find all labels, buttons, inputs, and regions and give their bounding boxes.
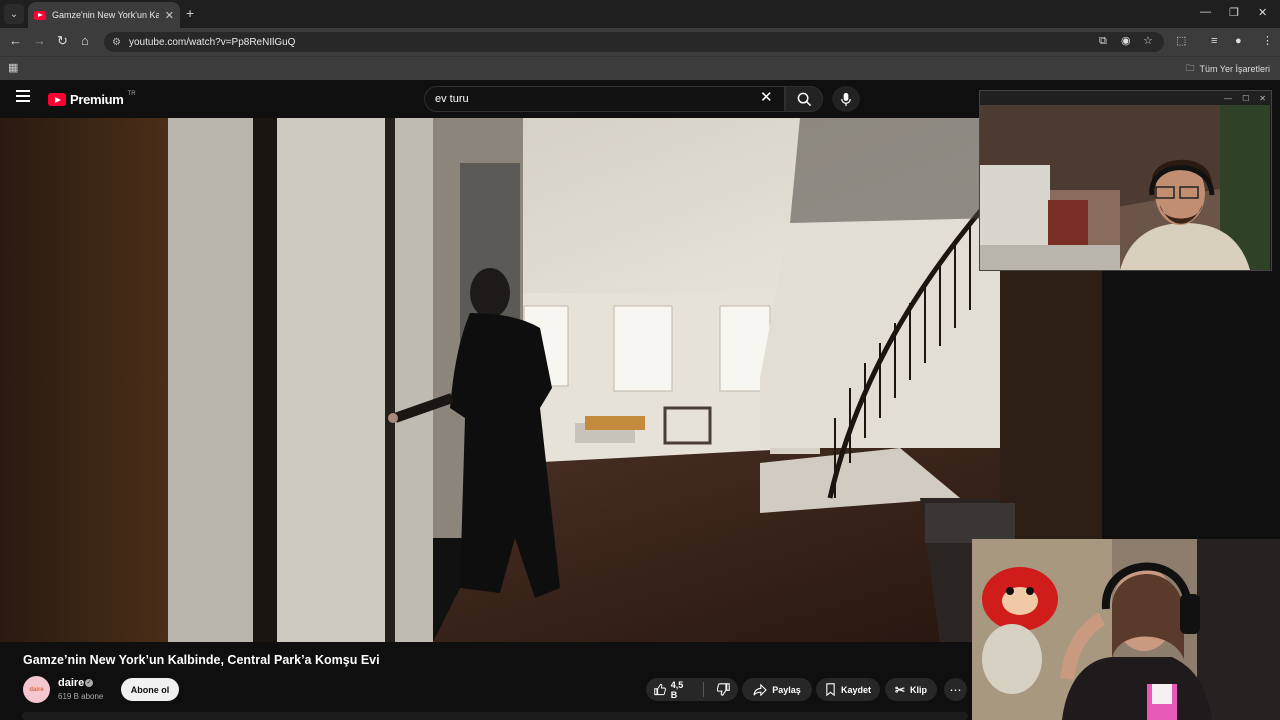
video-frame xyxy=(0,118,1102,642)
reading-list-icon[interactable]: ≡ xyxy=(1211,35,1217,47)
install-app-icon[interactable]: ⧉ xyxy=(1099,35,1107,47)
search-button[interactable] xyxy=(785,86,823,112)
youtube-play-icon xyxy=(48,93,66,106)
hamburger-menu-icon[interactable] xyxy=(16,90,30,102)
share-button[interactable]: Paylaş xyxy=(742,678,812,701)
youtube-premium-logo[interactable]: Premium TR xyxy=(48,90,136,107)
search-icon xyxy=(797,92,811,106)
webcam-feed-guest xyxy=(972,539,1280,720)
bookmark-icon xyxy=(826,683,835,696)
tab-search-button[interactable]: ⌄ xyxy=(4,4,24,24)
extensions-icon[interactable]: ⬚ xyxy=(1176,35,1186,47)
eye-off-icon[interactable]: ◉ xyxy=(1121,35,1131,47)
subscribe-button[interactable]: Abone ol xyxy=(121,678,179,701)
channel-name[interactable]: daire xyxy=(58,677,84,689)
clip-button[interactable]: ✂ Klip xyxy=(885,678,937,701)
youtube-favicon-icon xyxy=(34,10,46,20)
microphone-icon xyxy=(841,92,851,106)
verified-check-icon: ✓ xyxy=(85,679,93,687)
more-actions-button[interactable]: ⋯ xyxy=(944,678,967,701)
logo-text: Premium xyxy=(70,92,124,107)
like-separator xyxy=(703,682,704,697)
restore-button[interactable]: ❐ xyxy=(1229,6,1239,19)
folder-icon: 🗀 xyxy=(1185,63,1195,73)
close-icon[interactable]: ✕ xyxy=(1259,94,1266,103)
voice-search-button[interactable] xyxy=(832,86,860,112)
forward-icon[interactable]: → xyxy=(33,34,46,48)
scissors-icon: ✂ xyxy=(894,682,906,697)
webcam-feed-streamer xyxy=(980,105,1270,270)
webcam-image-2 xyxy=(972,539,1280,720)
menu-dots-icon[interactable]: ⋮ xyxy=(1262,35,1273,47)
url-text: youtube.com/watch?v=Pp8ReNIlGuQ xyxy=(128,36,296,48)
like-dislike-group: 4,5 B xyxy=(646,678,738,701)
clear-search-icon[interactable]: ✕ xyxy=(760,90,773,106)
subscriber-count: 619 B abone xyxy=(58,692,104,701)
back-icon[interactable]: ← xyxy=(9,34,22,48)
bookmark-star-icon[interactable]: ☆ xyxy=(1143,35,1153,47)
clip-label: Klip xyxy=(910,684,928,695)
reload-icon[interactable]: ↻ xyxy=(57,34,68,48)
webcam-image xyxy=(980,105,1270,270)
channel-avatar[interactable]: daire xyxy=(23,676,50,703)
video-title: Gamze’nin New York’un Kalbinde, Central … xyxy=(23,653,380,667)
all-bookmarks-label: Tüm Yer İşaretleri xyxy=(1199,64,1270,74)
browser-tab[interactable]: Gamze'nin New York'un Kalbinde ✕ xyxy=(28,2,180,28)
thumbs-down-icon xyxy=(717,683,730,696)
profile-icon[interactable]: ● xyxy=(1235,35,1242,47)
webcam-titlebar: — ☐ ✕ xyxy=(980,91,1271,105)
minimize-icon[interactable]: — xyxy=(1224,94,1232,103)
like-button[interactable]: 4,5 B xyxy=(646,678,698,701)
site-info-icon[interactable]: ⚙ xyxy=(112,37,121,48)
new-tab-button[interactable]: + xyxy=(186,6,194,20)
tab-title: Gamze'nin New York'un Kalbinde xyxy=(52,10,159,20)
description-panel-edge xyxy=(22,712,968,720)
maximize-icon[interactable]: ☐ xyxy=(1242,94,1249,103)
tab-close-icon[interactable]: ✕ xyxy=(165,9,174,22)
home-icon[interactable]: ⌂ xyxy=(81,34,89,48)
save-button[interactable]: Kaydet xyxy=(816,678,880,701)
address-bar[interactable]: ⚙ youtube.com/watch?v=Pp8ReNIlGuQ xyxy=(104,32,1164,52)
minimize-button[interactable]: — xyxy=(1200,6,1211,18)
all-bookmarks-button[interactable]: 🗀 Tüm Yer İşaretleri xyxy=(1185,61,1270,77)
bookmarks-bar xyxy=(0,56,1280,80)
search-input[interactable] xyxy=(435,93,755,105)
search-box[interactable] xyxy=(424,86,785,112)
thumbs-up-icon xyxy=(654,683,666,696)
like-count: 4,5 B xyxy=(670,679,684,700)
dislike-button[interactable] xyxy=(709,678,738,701)
region-code: TR xyxy=(127,90,136,97)
video-player[interactable] xyxy=(0,118,1102,642)
save-label: Kaydet xyxy=(840,684,871,695)
apps-grid-icon[interactable]: ▦ xyxy=(8,61,18,74)
close-window-button[interactable]: ✕ xyxy=(1258,6,1267,19)
share-icon xyxy=(753,683,768,696)
share-label: Paylaş xyxy=(772,684,801,695)
